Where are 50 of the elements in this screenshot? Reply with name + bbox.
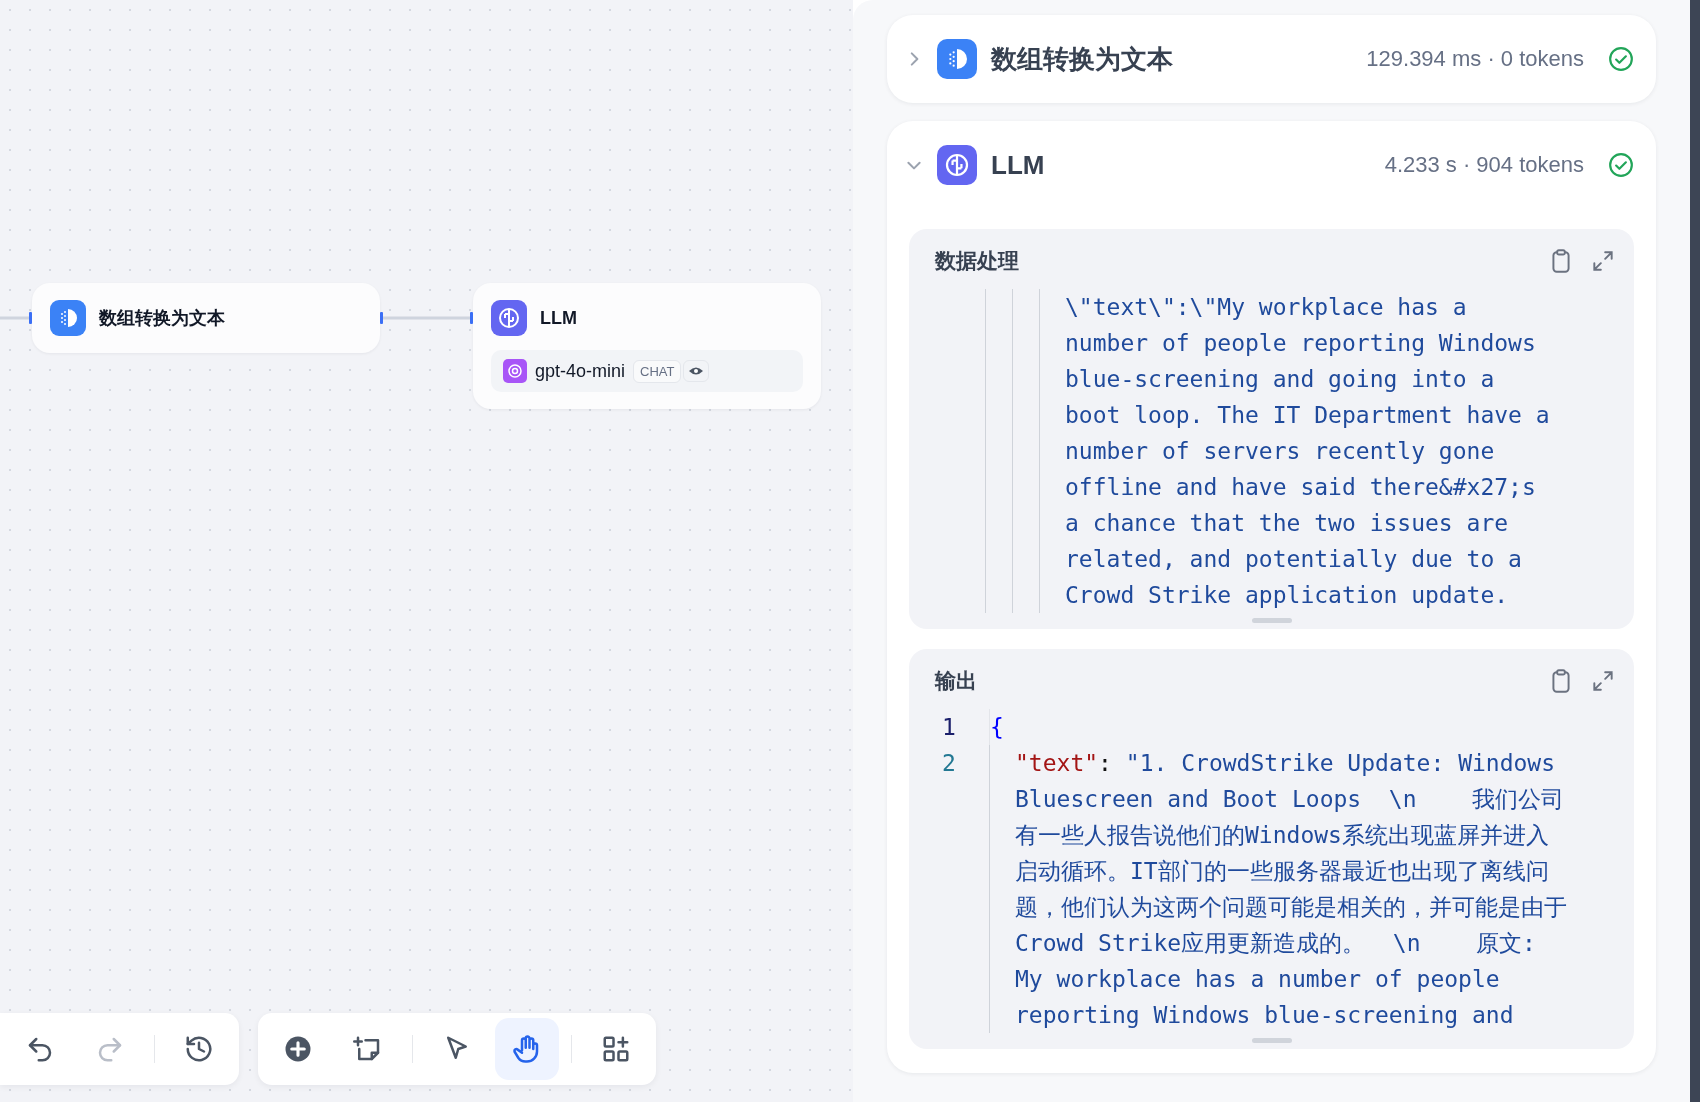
hand-button[interactable] (495, 1018, 559, 1080)
line-number: 2 (942, 749, 956, 778)
code-text: a chance that the two issues are (1065, 510, 1509, 536)
brain-icon (937, 145, 977, 185)
connection-handle[interactable] (470, 312, 473, 324)
resize-handle[interactable] (1251, 1038, 1292, 1043)
code-text: My workplace has a number of people (1015, 966, 1500, 992)
connection-handle[interactable] (29, 312, 32, 324)
code-text: \"text\":\"My workplace has a (1065, 294, 1467, 320)
code-text: Crowd Strike应用更新造成的。 \n 原文: (1015, 930, 1536, 956)
model-name: gpt-4o-mini (535, 360, 626, 382)
model-selector[interactable]: gpt-4o-mini CHAT (491, 350, 803, 392)
plus-circle-icon (283, 1034, 313, 1064)
step-title: LLM (991, 149, 1045, 181)
step-stats: 129.394 ms · 0 tokens (1366, 46, 1584, 72)
resize-handle[interactable] (1251, 618, 1292, 623)
code-text: "1. CrowdStrike Update: Windows (1125, 750, 1556, 776)
code-text: reporting Windows blue-screening and (1015, 1002, 1514, 1028)
brain-icon (491, 300, 527, 336)
node-title: 数组转换为文本 (99, 307, 225, 330)
grid-plus-icon (601, 1034, 631, 1064)
code-text: number of people reporting Windows (1065, 330, 1536, 356)
expand-icon[interactable] (1590, 248, 1616, 274)
eye-icon (683, 360, 710, 382)
code-text: 有一些人报告说他们的Windows系统出现蓝屏并进入 (1015, 822, 1549, 848)
code-text: "text" (1015, 750, 1099, 776)
mode-badge: CHAT (633, 359, 682, 383)
step-stats: 4.233 s · 904 tokens (1384, 152, 1584, 178)
line-number: 1 (942, 713, 956, 742)
code-text: number of servers recently gone (1065, 438, 1495, 464)
node-title: LLM (540, 307, 577, 329)
code-text: Crowd Strike application update. (1065, 582, 1509, 608)
code-text: offline and have said there&#x27;s (1065, 474, 1536, 500)
code-text: : (1098, 750, 1113, 776)
edge-line (0, 316, 30, 320)
workflow-node[interactable]: LLM gpt-4o-mini CHAT (473, 283, 821, 409)
code-text: related, and potentially due to a (1065, 546, 1522, 572)
code-text: 启动循环。IT部门的一些服务器最近也出现了离线问 (1015, 858, 1549, 884)
code-text: 题，他们认为这两个问题可能是相关的，并可能是由于 (1015, 894, 1567, 920)
code-text: boot loop. The IT Department have a (1065, 402, 1550, 428)
history-icon (184, 1034, 214, 1064)
connection-handle[interactable] (380, 312, 383, 324)
section-title: 数据处理 (935, 248, 1019, 274)
step-title: 数组转换为文本 (991, 42, 1173, 76)
workflow-node[interactable]: 数组转换为文本 (32, 283, 380, 353)
code-text: blue-screening and going into a (1065, 366, 1495, 392)
section-title: 输出 (935, 668, 977, 694)
code-text: { (990, 714, 1004, 740)
code-text: Bluescreen and Boot Loops \n 我们公司 (1015, 786, 1564, 812)
expand-icon[interactable] (1590, 668, 1616, 694)
